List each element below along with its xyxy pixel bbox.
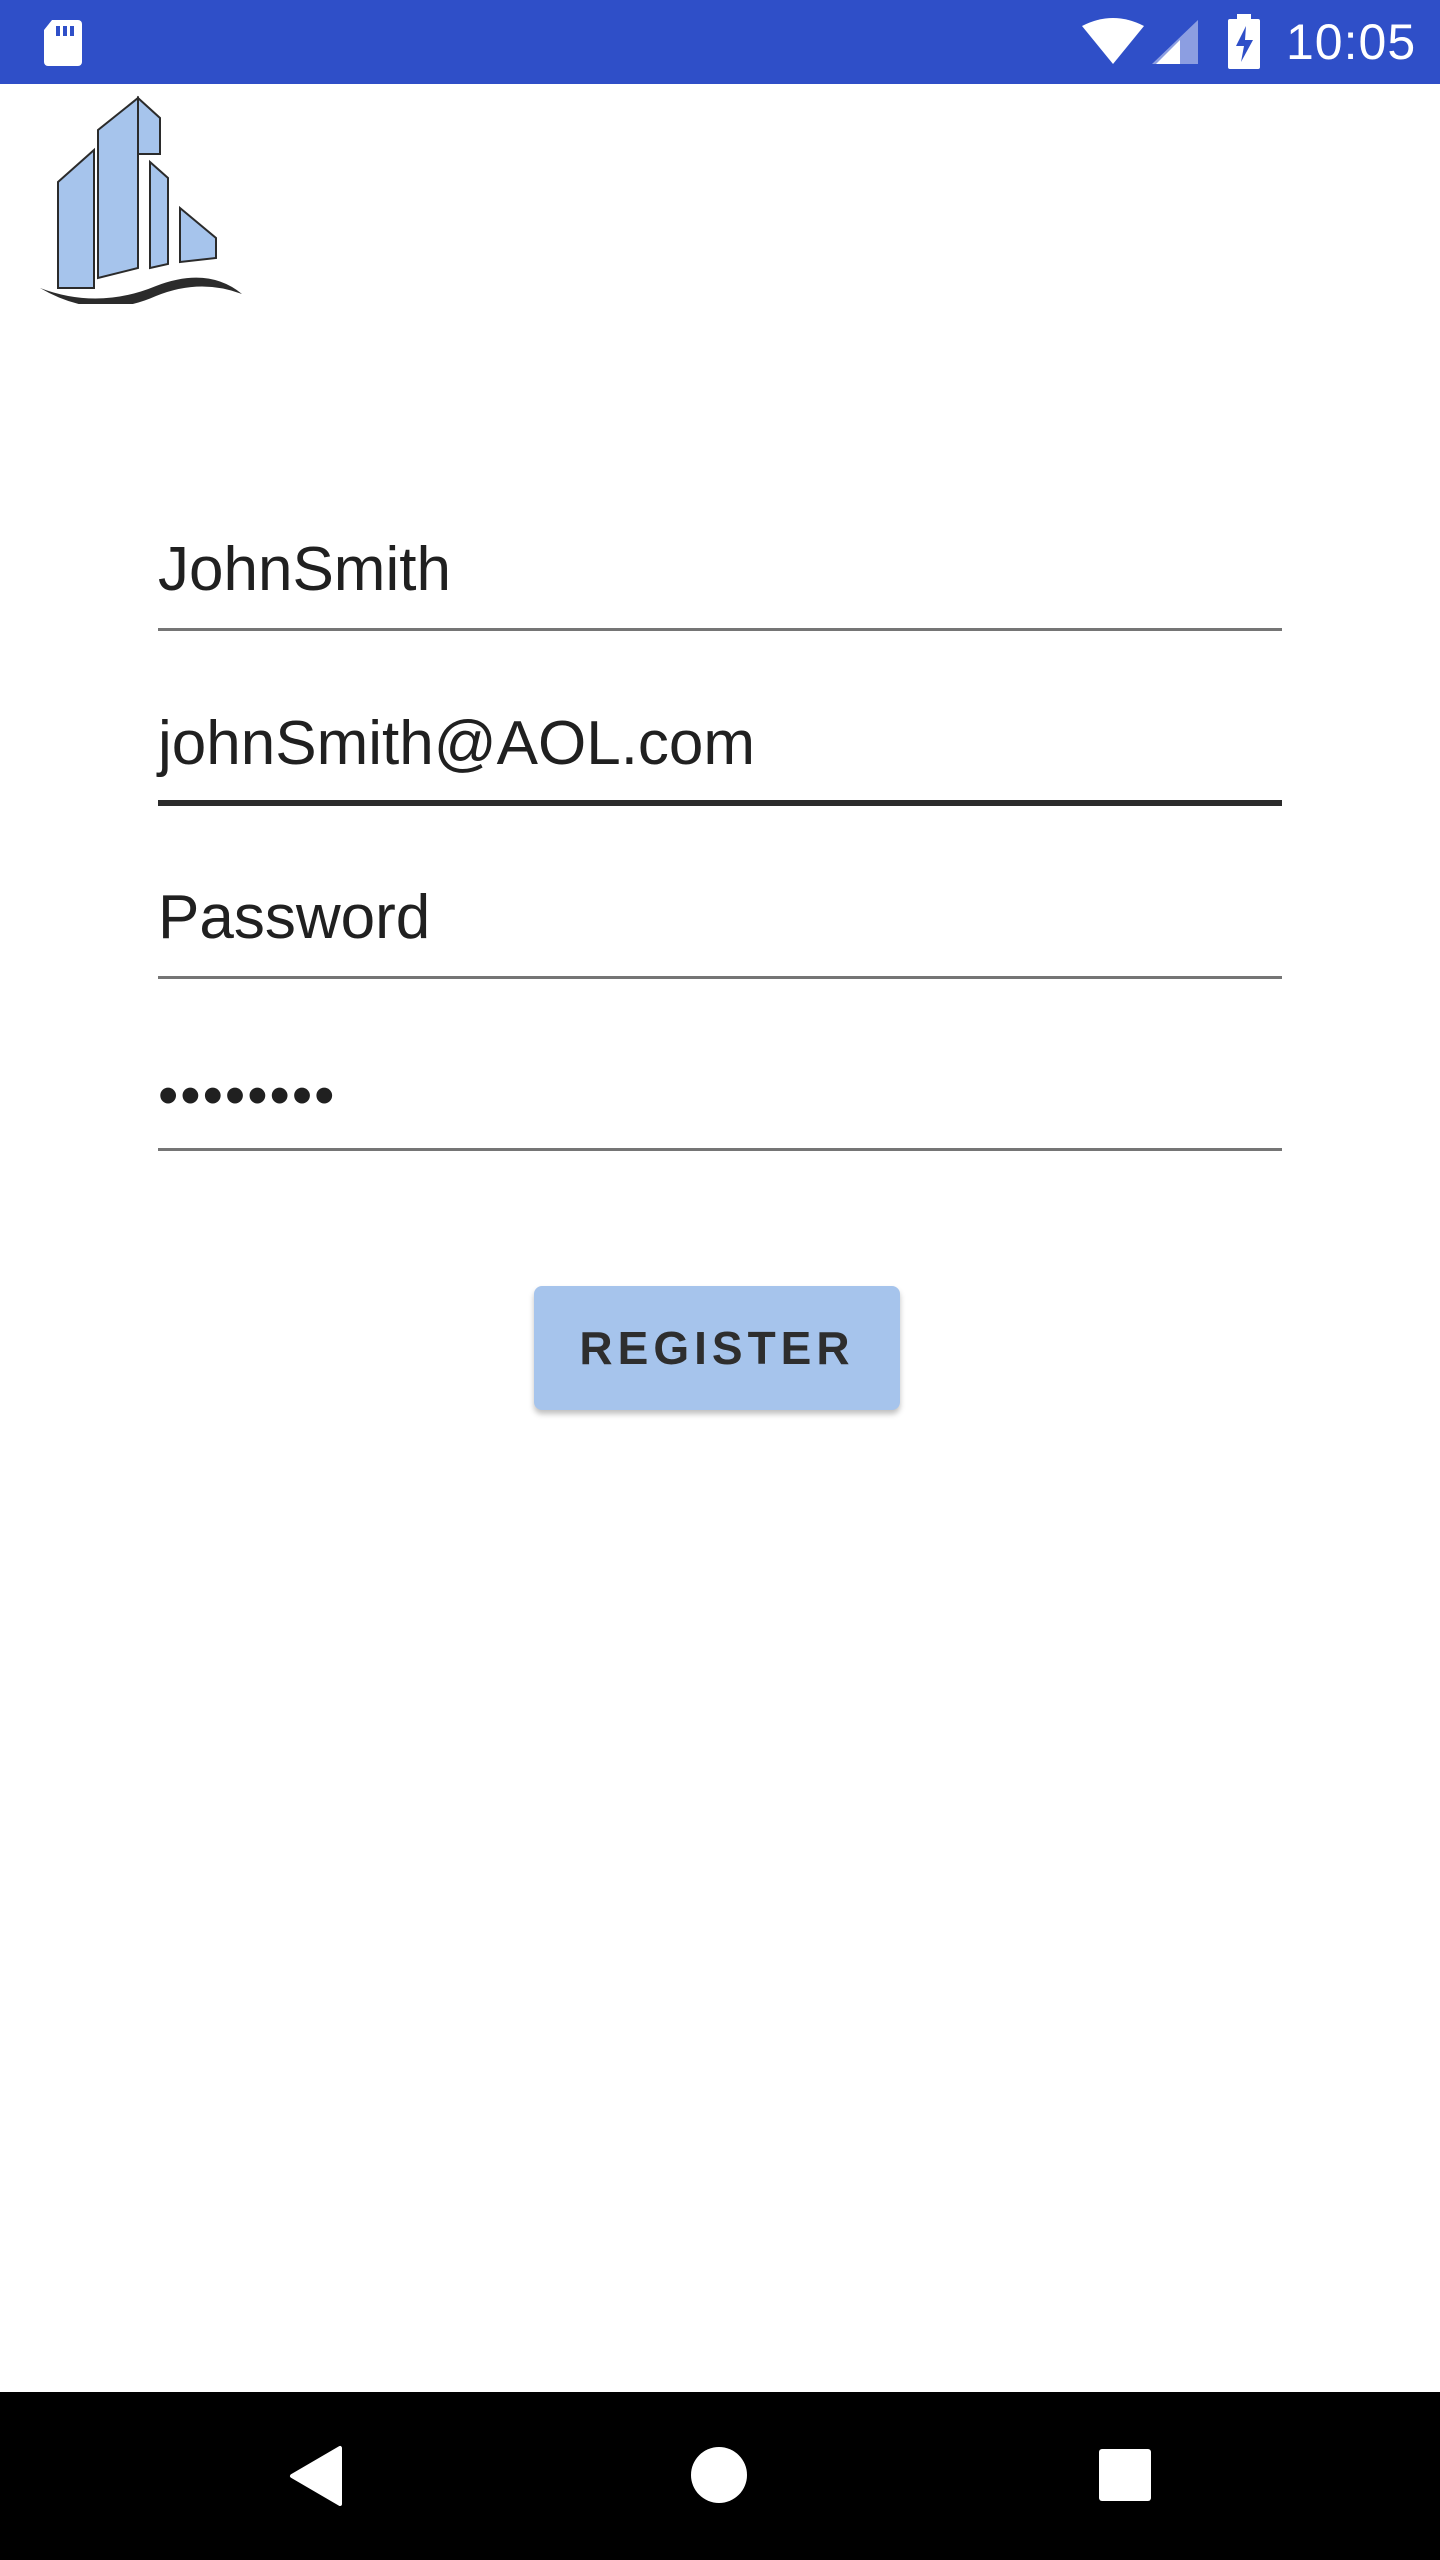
navigation-bar [0, 2392, 1440, 2560]
sd-card-icon [44, 20, 82, 66]
password-masked-value: •••••••• [158, 1063, 337, 1128]
status-time: 10:05 [1286, 14, 1417, 70]
register-screen: 10:05 JohnSmith johnSmith@AOL.com Passwo… [0, 0, 1440, 2560]
password-label-field[interactable]: Password [158, 868, 1282, 984]
home-icon[interactable] [690, 2446, 748, 2504]
building-logo-icon [40, 95, 242, 304]
password-underline [158, 1148, 1282, 1151]
register-button[interactable]: REGISTER [534, 1286, 900, 1410]
username-underline [158, 628, 1282, 631]
battery-charging-icon [1228, 14, 1260, 69]
username-value: JohnSmith [158, 535, 451, 604]
email-field[interactable]: johnSmith@AOL.com [158, 694, 1282, 810]
email-value: johnSmith@AOL.com [158, 709, 756, 778]
password-field[interactable]: •••••••• [158, 1040, 1282, 1156]
password-label-underline [158, 976, 1282, 979]
status-bar: 10:05 [0, 0, 1440, 84]
password-label-value: Password [158, 883, 431, 952]
username-field[interactable]: JohnSmith [158, 520, 1282, 636]
wifi-icon [1082, 18, 1144, 64]
recent-apps-icon[interactable] [1098, 2448, 1152, 2502]
email-underline [158, 800, 1282, 806]
back-icon[interactable] [288, 2444, 344, 2508]
cell-signal-icon [1152, 20, 1198, 64]
